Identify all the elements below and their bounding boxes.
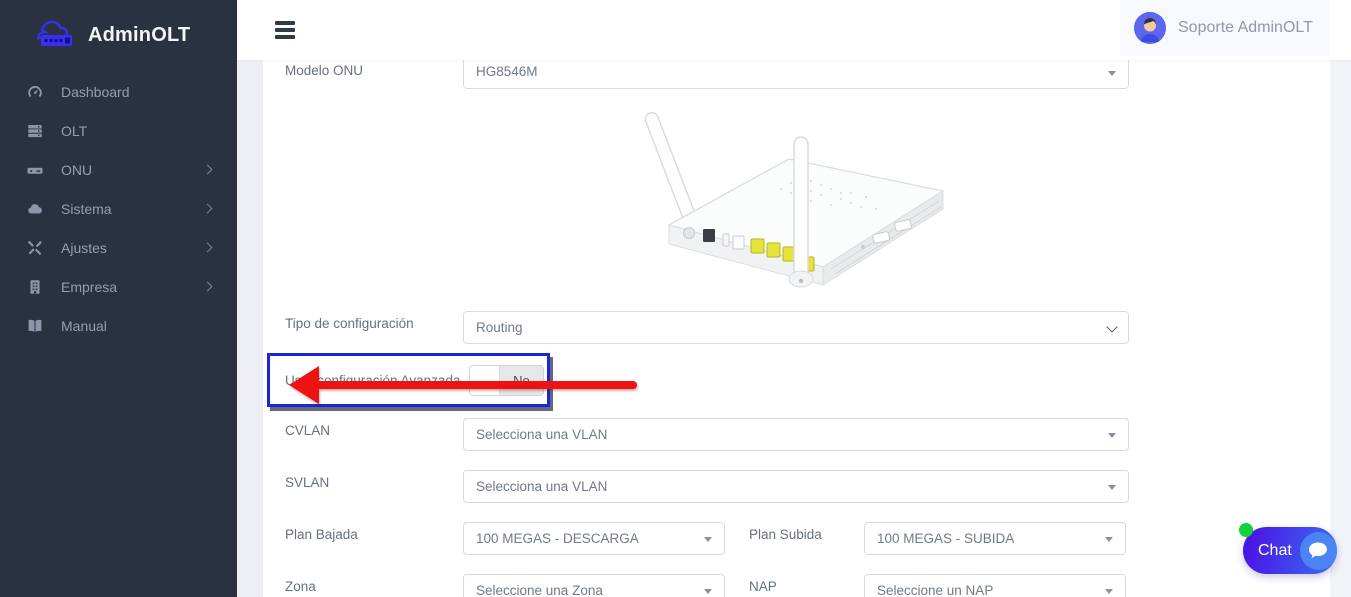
- dropdown-caret-icon: [1105, 589, 1113, 594]
- plan-bajada-select[interactable]: 100 MEGAS - DESCARGA: [463, 522, 725, 555]
- brand-logo-icon: [35, 16, 79, 55]
- empresa-icon: [26, 278, 44, 296]
- sidebar-item-label: Dashboard: [61, 84, 215, 100]
- plan-subida-label: Plan Subida: [749, 522, 864, 555]
- svlan-placeholder: Selecciona una VLAN: [476, 479, 607, 494]
- sidebar-item-label: Empresa: [61, 279, 204, 295]
- toggle-off-label: No: [500, 366, 544, 395]
- sidebar-item-ajustes[interactable]: Ajustes: [0, 228, 237, 267]
- brand-name: AdminOLT: [88, 24, 190, 47]
- plan-row: Plan Bajada 100 MEGAS - DESCARGA Plan Su…: [285, 522, 1308, 555]
- nap-select[interactable]: Seleccione un NAP: [864, 574, 1126, 597]
- nap-placeholder: Seleccione un NAP: [877, 583, 993, 597]
- tipo-configuracion-select[interactable]: Routing: [463, 311, 1129, 344]
- dropdown-caret-icon: [704, 589, 712, 594]
- sidebar-item-label: OLT: [61, 123, 215, 139]
- sidebar-item-empresa[interactable]: Empresa: [0, 267, 237, 306]
- dropdown-caret-icon: [1105, 537, 1113, 542]
- brand[interactable]: AdminOLT: [0, 0, 237, 56]
- zona-select[interactable]: Seleccione una Zona: [463, 574, 725, 597]
- sidebar-item-olt[interactable]: OLT: [0, 111, 237, 150]
- chat-button[interactable]: Chat: [1243, 527, 1337, 574]
- chevron-right-icon: [203, 282, 213, 292]
- zona-label: Zona: [285, 574, 463, 594]
- onu-icon: [26, 161, 44, 179]
- svlan-label: SVLAN: [285, 470, 463, 490]
- ajustes-icon: [26, 239, 44, 257]
- dashboard-icon: [26, 83, 44, 101]
- manual-icon: [26, 317, 44, 335]
- chevron-right-icon: [203, 204, 213, 214]
- tipo-configuracion-label: Tipo de configuración: [285, 311, 463, 331]
- chevron-right-icon: [203, 243, 213, 253]
- onu-product-image: [631, 97, 961, 295]
- svlan-select[interactable]: Selecciona una VLAN: [463, 470, 1129, 503]
- zona-placeholder: Seleccione una Zona: [476, 583, 603, 597]
- nap-label: NAP: [749, 574, 864, 597]
- modelo-onu-value: HG8546M: [476, 64, 538, 79]
- dropdown-caret-icon: [704, 537, 712, 542]
- user-menu[interactable]: Soporte AdminOLT: [1120, 0, 1330, 56]
- sidebar-item-label: Sistema: [61, 201, 204, 217]
- avatar: [1134, 12, 1166, 44]
- onu-config-form: Modelo ONU HG8546M: [263, 60, 1330, 597]
- sidebar-item-label: Manual: [61, 318, 215, 334]
- chevron-right-icon: [203, 165, 213, 175]
- page-gutter: [1330, 60, 1351, 597]
- modelo-onu-label: Modelo ONU: [285, 60, 463, 78]
- sistema-icon: [26, 200, 44, 218]
- avanzada-label: Usar configuración Avanzada: [285, 373, 460, 388]
- cvlan-placeholder: Selecciona una VLAN: [476, 427, 607, 442]
- zona-nap-row: Zona Seleccione una Zona NAP Seleccione …: [285, 574, 1308, 597]
- plan-bajada-value: 100 MEGAS - DESCARGA: [476, 531, 639, 546]
- dropdown-caret-icon: [1108, 71, 1116, 76]
- sidebar-item-label: ONU: [61, 162, 204, 178]
- select-chevron-icon: [1106, 321, 1117, 332]
- online-status-dot: [1239, 523, 1253, 537]
- tipo-configuracion-row: Tipo de configuración Routing: [285, 311, 1308, 344]
- cvlan-label: CVLAN: [285, 418, 463, 438]
- sidebar-item-label: Ajustes: [61, 240, 204, 256]
- sidebar-item-onu[interactable]: ONU: [0, 150, 237, 189]
- sidebar-nav: Dashboard OLT ONU Sistema Ajus: [0, 72, 237, 345]
- olt-icon: [26, 122, 44, 140]
- avanzada-annotation-box: Usar configuración Avanzada No: [267, 353, 550, 407]
- onu-config-panel: Modelo ONU HG8546M: [263, 60, 1330, 597]
- dropdown-caret-icon: [1108, 433, 1116, 438]
- modelo-onu-row: Modelo ONU HG8546M: [285, 60, 1308, 89]
- cvlan-row: CVLAN Selecciona una VLAN: [285, 418, 1308, 451]
- plan-subida-value: 100 MEGAS - SUBIDA: [877, 531, 1014, 546]
- topbar: Soporte AdminOLT: [237, 0, 1351, 60]
- plan-bajada-label: Plan Bajada: [285, 522, 463, 542]
- sidebar-item-sistema[interactable]: Sistema: [0, 189, 237, 228]
- avanzada-toggle[interactable]: No: [469, 365, 544, 396]
- tipo-configuracion-value: Routing: [476, 320, 523, 335]
- user-name: Soporte AdminOLT: [1178, 19, 1313, 37]
- sidebar-item-manual[interactable]: Manual: [0, 306, 237, 345]
- onu-image-wrap: [463, 89, 1129, 299]
- chat-bubble-icon: [1300, 532, 1337, 570]
- cvlan-select[interactable]: Selecciona una VLAN: [463, 418, 1129, 451]
- menu-toggle-button[interactable]: [275, 21, 295, 39]
- sidebar-item-dashboard[interactable]: Dashboard: [0, 72, 237, 111]
- plan-subida-select[interactable]: 100 MEGAS - SUBIDA: [864, 522, 1126, 555]
- toggle-knob: [470, 366, 499, 395]
- dropdown-caret-icon: [1108, 485, 1116, 490]
- sidebar: AdminOLT Dashboard OLT ONU Sistema: [0, 0, 237, 597]
- svlan-row: SVLAN Selecciona una VLAN: [285, 470, 1308, 503]
- chat-label: Chat: [1258, 542, 1292, 560]
- modelo-onu-select[interactable]: HG8546M: [463, 60, 1129, 89]
